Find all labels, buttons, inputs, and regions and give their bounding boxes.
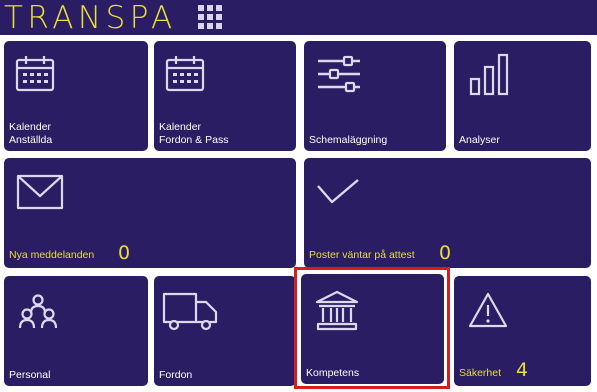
tile-kalender-anstallda[interactable]: Kalender Anställda bbox=[4, 41, 148, 151]
tile-label: Kalender Anställda bbox=[9, 121, 53, 146]
tile-label: Personal bbox=[9, 369, 51, 381]
tile-label: Schemaläggning bbox=[309, 134, 388, 146]
tile-nya-meddelanden[interactable]: Nya meddelanden 0 bbox=[4, 158, 296, 268]
tile-poster-attest[interactable]: Poster väntar på attest 0 bbox=[304, 158, 591, 268]
tile-label: Fordon bbox=[159, 369, 193, 381]
grid-apps-icon[interactable] bbox=[198, 5, 224, 31]
tile-fordon[interactable]: Fordon bbox=[154, 276, 296, 386]
tile-kompetens[interactable]: Kompetens bbox=[301, 274, 444, 384]
people-icon bbox=[18, 294, 58, 329]
warning-triangle-icon bbox=[468, 292, 508, 328]
tile-label: Analyser bbox=[459, 134, 500, 146]
tile-personal[interactable]: Personal bbox=[4, 276, 148, 386]
tile-label: Kompetens bbox=[306, 367, 360, 379]
top-bar: TRANSPA bbox=[0, 0, 597, 35]
tile-sakerhet[interactable]: Säkerhet 4 bbox=[454, 276, 591, 386]
message-count-badge: 0 bbox=[118, 242, 131, 264]
institution-icon bbox=[315, 290, 359, 331]
tile-kalender-fordon[interactable]: Kalender Fordon & Pass bbox=[154, 41, 296, 151]
sakerhet-count-badge: 4 bbox=[516, 359, 529, 381]
tile-label: Nya meddelanden bbox=[9, 249, 95, 261]
tile-label: Kalender Fordon & Pass bbox=[159, 121, 229, 146]
tile-label: Poster väntar på attest bbox=[309, 249, 415, 261]
attest-count-badge: 0 bbox=[439, 242, 452, 264]
calendar-icon bbox=[165, 56, 205, 92]
tile-schemalaggning[interactable]: Schemaläggning bbox=[304, 41, 446, 151]
truck-icon bbox=[162, 292, 218, 331]
transpa-logo[interactable]: TRANSPA bbox=[4, 1, 177, 35]
tile-analyser[interactable]: Analyser bbox=[454, 41, 591, 151]
envelope-icon bbox=[16, 174, 64, 210]
bar-chart-icon bbox=[469, 53, 509, 96]
checkmark-icon bbox=[317, 179, 359, 204]
calendar-icon bbox=[15, 56, 55, 92]
sliders-icon bbox=[318, 55, 360, 93]
tile-label: Säkerhet bbox=[459, 367, 502, 379]
